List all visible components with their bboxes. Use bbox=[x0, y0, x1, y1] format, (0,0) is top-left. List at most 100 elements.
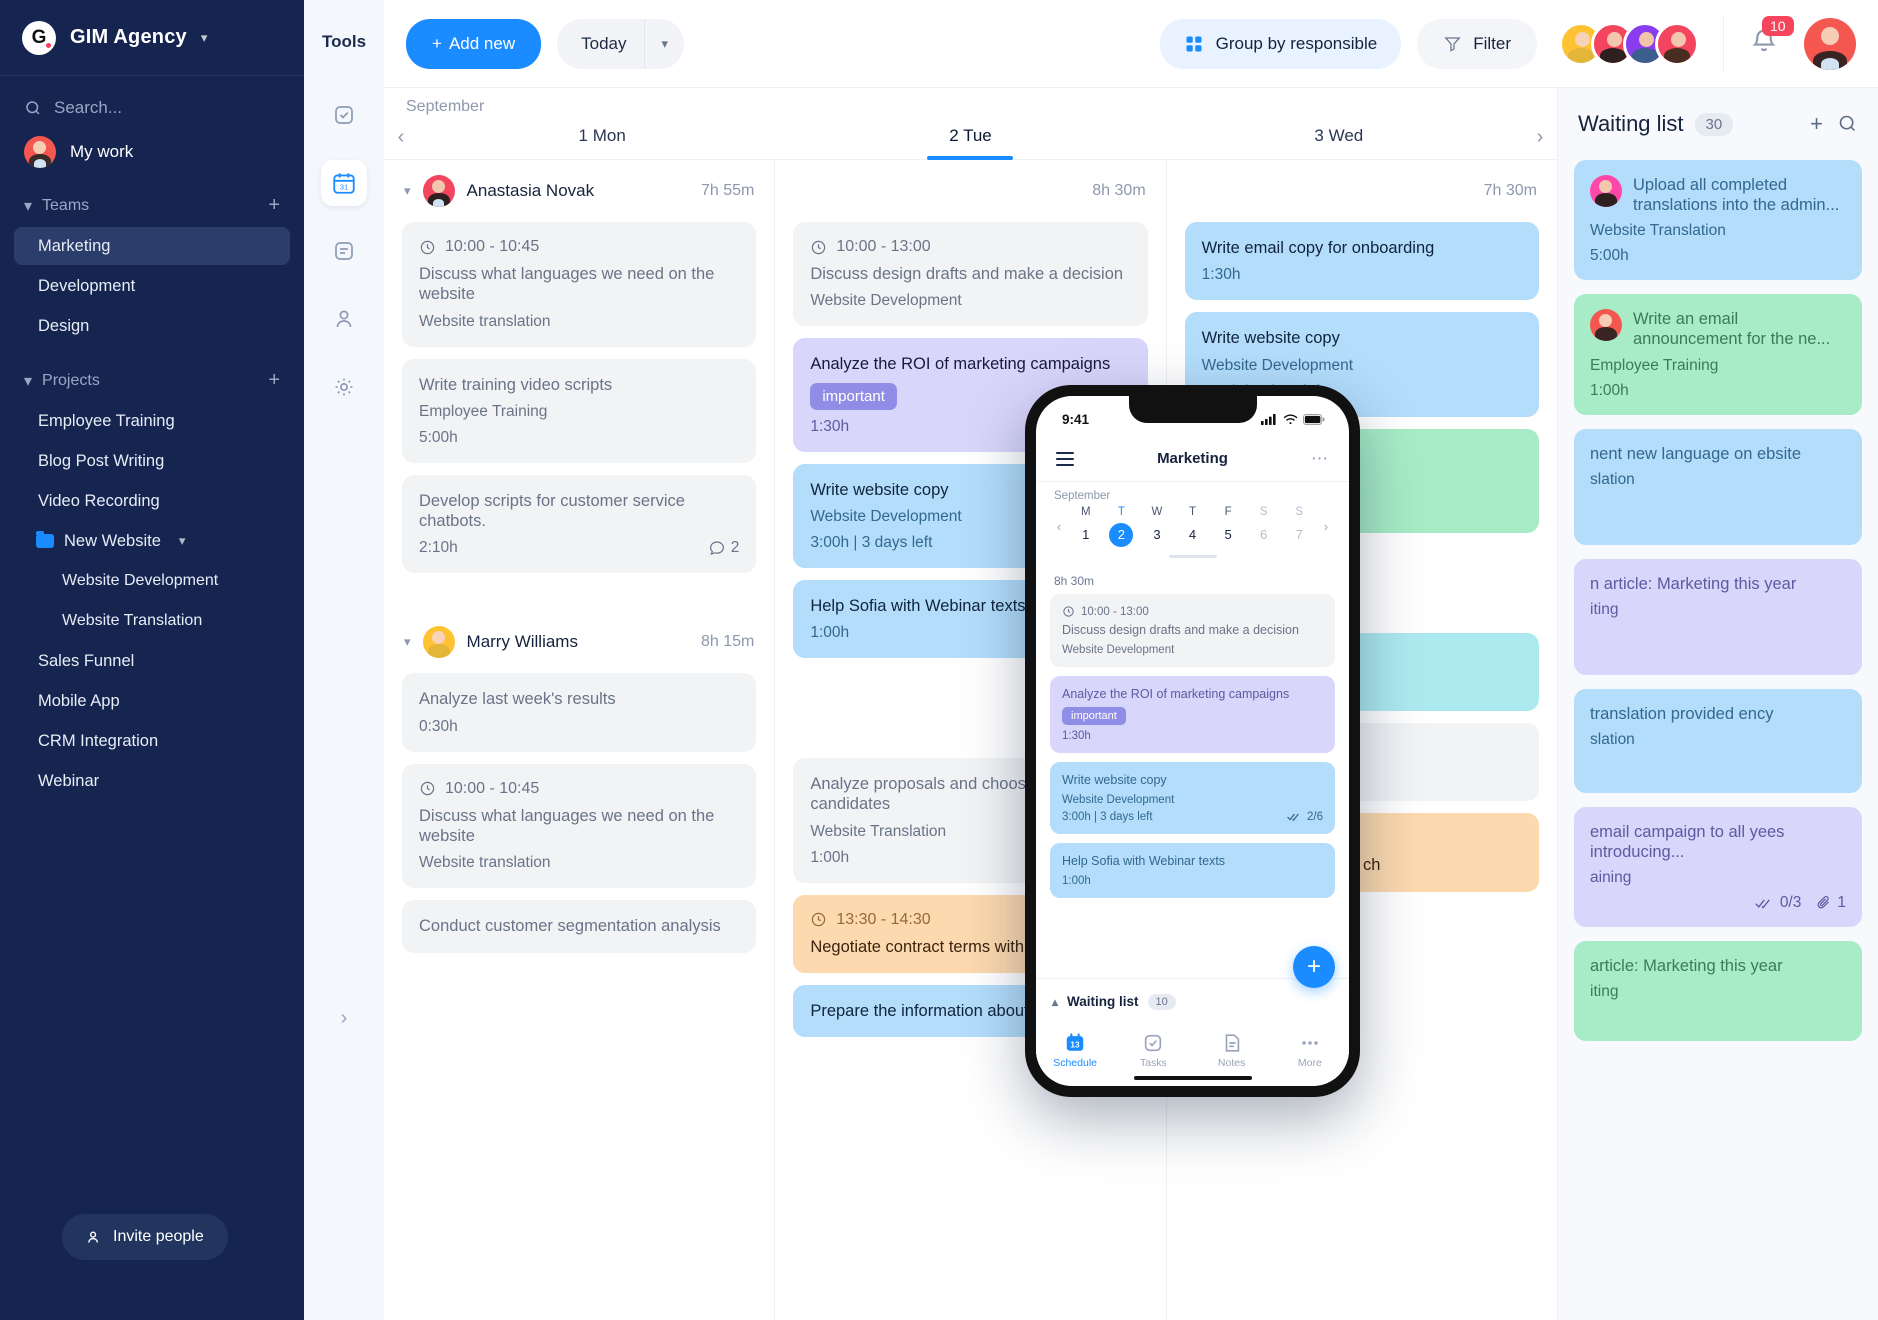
waiting-list-item[interactable]: nent new language on ebsite slation bbox=[1574, 428, 1862, 545]
teams-section-header[interactable]: ▾ Teams + bbox=[0, 172, 304, 225]
next-week-button[interactable]: › bbox=[1317, 519, 1335, 534]
phone-task-card[interactable]: Write website copy Website Development 3… bbox=[1050, 762, 1335, 834]
collapse-rail-button[interactable]: › bbox=[341, 1007, 348, 1030]
prev-day-button[interactable]: ‹ bbox=[384, 115, 418, 159]
my-work-label: My work bbox=[70, 142, 134, 161]
group-by-responsible-button[interactable]: Group by responsible bbox=[1159, 18, 1402, 69]
person-icon bbox=[336, 310, 352, 328]
task-card[interactable]: Analyze last week's results 0:30h bbox=[402, 673, 757, 752]
notifications-button[interactable]: 10 bbox=[1748, 15, 1794, 64]
rail-item-contacts[interactable] bbox=[321, 296, 367, 342]
task-card[interactable]: Develop scripts for customer service cha… bbox=[402, 474, 757, 574]
menu-icon[interactable] bbox=[1056, 451, 1074, 466]
next-day-button[interactable]: › bbox=[1523, 115, 1557, 159]
sidebar-item-website-translation[interactable]: Website Translation bbox=[14, 602, 290, 640]
projects-section-header[interactable]: ▾ Projects + bbox=[0, 347, 304, 400]
clock-icon bbox=[420, 781, 435, 796]
rail-item-settings[interactable] bbox=[321, 364, 367, 410]
sidebar-item-marketing[interactable]: Marketing bbox=[14, 227, 290, 265]
drag-handle[interactable] bbox=[1168, 555, 1217, 558]
today-selector[interactable]: Today ▾ bbox=[557, 18, 685, 69]
day-tab-3-wed[interactable]: 3 Wed bbox=[1155, 126, 1523, 159]
tab-tasks[interactable]: Tasks bbox=[1114, 1032, 1192, 1069]
card-duration: 1:00h bbox=[810, 848, 850, 866]
phone-day-mon[interactable]: M1 bbox=[1068, 506, 1104, 547]
phone-day-thu[interactable]: T4 bbox=[1175, 506, 1211, 547]
phone-task-card[interactable]: Help Sofia with Webinar texts 1:00h bbox=[1050, 842, 1335, 898]
group-header-anastasia[interactable]: ▾ Anastasia Novak 7h 55m bbox=[384, 160, 774, 222]
check-icon bbox=[1145, 1034, 1162, 1051]
rail-item-tasks[interactable] bbox=[321, 92, 367, 138]
search-input[interactable]: Search... bbox=[0, 76, 304, 124]
avatar bbox=[1655, 21, 1699, 66]
waiting-list-item[interactable]: email campaign to all yees introducing..… bbox=[1574, 806, 1862, 927]
waiting-list-item[interactable]: Write an email announcement for the ne..… bbox=[1574, 294, 1862, 415]
tab-schedule[interactable]: 13 Schedule bbox=[1036, 1032, 1114, 1069]
sidebar-item-mobile-app[interactable]: Mobile App bbox=[14, 682, 290, 720]
phone-day-fri[interactable]: F5 bbox=[1210, 506, 1246, 547]
waiting-list-item[interactable]: article: Marketing this year iting bbox=[1574, 940, 1862, 1041]
invite-people-button[interactable]: Invite people bbox=[62, 1214, 228, 1260]
add-project-icon[interactable]: + bbox=[268, 369, 280, 392]
add-team-icon[interactable]: + bbox=[268, 194, 280, 217]
more-dots-icon[interactable]: ⋯ bbox=[1311, 449, 1329, 469]
sidebar-item-new-website[interactable]: New Website ▾ bbox=[14, 522, 290, 560]
comment-icon bbox=[709, 541, 724, 556]
day-tab-2-tue[interactable]: 2 Tue bbox=[786, 126, 1154, 159]
add-task-fab[interactable]: + bbox=[1293, 946, 1335, 988]
current-user-avatar[interactable] bbox=[1804, 17, 1856, 70]
day-tab-1-mon[interactable]: 1 Mon bbox=[418, 126, 786, 159]
day-label: 3 Wed bbox=[1314, 126, 1364, 145]
phone-total-hours: 8h 30m bbox=[1054, 574, 1095, 588]
group-header-marry[interactable]: ▾ Marry Williams 8h 15m bbox=[384, 611, 774, 673]
phone-task-card[interactable]: Analyze the ROI of marketing campaigns i… bbox=[1050, 675, 1335, 754]
waiting-item-project: iting bbox=[1590, 982, 1619, 1000]
search-icon[interactable] bbox=[1837, 113, 1858, 134]
task-card[interactable]: 10:00 - 13:00 Discuss design drafts and … bbox=[793, 222, 1148, 327]
card-title: Write website copy bbox=[1062, 773, 1167, 788]
waiting-list-item[interactable]: translation provided ency slation bbox=[1574, 688, 1862, 793]
phone-task-card[interactable]: 10:00 - 13:00 Discuss design drafts and … bbox=[1050, 594, 1335, 667]
add-task-icon[interactable]: + bbox=[1810, 113, 1823, 135]
phone-day-tue[interactable]: T2 bbox=[1104, 506, 1140, 547]
sidebar-item-design[interactable]: Design bbox=[14, 307, 290, 345]
filter-button[interactable]: Filter bbox=[1417, 18, 1537, 69]
tab-more[interactable]: More bbox=[1271, 1032, 1349, 1069]
sidebar-item-employee-training[interactable]: Employee Training bbox=[14, 402, 290, 440]
sidebar-item-development[interactable]: Development bbox=[14, 267, 290, 305]
sidebar-item-blog-post-writing[interactable]: Blog Post Writing bbox=[14, 442, 290, 480]
chevron-down-icon[interactable]: ▾ bbox=[404, 183, 411, 199]
waiting-item-title: Write an email announcement for the ne..… bbox=[1633, 310, 1831, 349]
assignee-avatar-stack[interactable] bbox=[1559, 21, 1699, 66]
card-comments: 2 bbox=[708, 539, 739, 557]
phone-day-wed[interactable]: W3 bbox=[1139, 506, 1175, 547]
chevron-down-icon[interactable]: ▾ bbox=[645, 36, 684, 52]
card-duration: 1:30h bbox=[1201, 266, 1241, 284]
card-title: Discuss what languages we need on the we… bbox=[419, 265, 715, 304]
waiting-item-title: translation provided ency bbox=[1590, 704, 1774, 723]
sidebar-item-my-work[interactable]: My work bbox=[0, 124, 304, 172]
add-new-button[interactable]: + Add new bbox=[406, 18, 542, 69]
sidebar-item-website-development[interactable]: Website Development bbox=[14, 562, 290, 600]
sidebar-item-webinar[interactable]: Webinar bbox=[14, 762, 290, 800]
workspace-switcher[interactable]: G GIM Agency ▾ bbox=[0, 0, 304, 76]
task-card[interactable]: 10:00 - 10:45 Discuss what languages we … bbox=[402, 222, 757, 347]
task-card[interactable]: Conduct customer segmentation analysis bbox=[402, 900, 757, 953]
chevron-down-icon[interactable]: ▾ bbox=[404, 634, 411, 650]
sidebar-item-sales-funnel[interactable]: Sales Funnel bbox=[14, 642, 290, 680]
tab-notes[interactable]: Notes bbox=[1193, 1032, 1271, 1069]
phone-day-sun[interactable]: S7 bbox=[1281, 506, 1317, 547]
task-card[interactable]: Write training video scripts Employee Tr… bbox=[402, 358, 757, 463]
phone-day-sat[interactable]: S6 bbox=[1246, 506, 1282, 547]
task-card[interactable]: Write email copy for onboarding 1:30h bbox=[1184, 222, 1539, 301]
waiting-list-item[interactable]: n article: Marketing this year iting bbox=[1574, 558, 1862, 675]
waiting-list-item[interactable]: Upload all completed translations into t… bbox=[1574, 160, 1862, 281]
rail-item-calendar[interactable]: 31 bbox=[321, 160, 367, 206]
rail-item-notes[interactable] bbox=[321, 228, 367, 274]
notes-icon bbox=[335, 242, 353, 260]
prev-week-button[interactable]: ‹ bbox=[1050, 519, 1068, 534]
sidebar-item-video-recording[interactable]: Video Recording bbox=[14, 482, 290, 520]
sidebar-item-crm-integration[interactable]: CRM Integration bbox=[14, 722, 290, 760]
home-indicator bbox=[1133, 1076, 1252, 1080]
task-card[interactable]: 10:00 - 10:45 Discuss what languages we … bbox=[402, 763, 757, 889]
